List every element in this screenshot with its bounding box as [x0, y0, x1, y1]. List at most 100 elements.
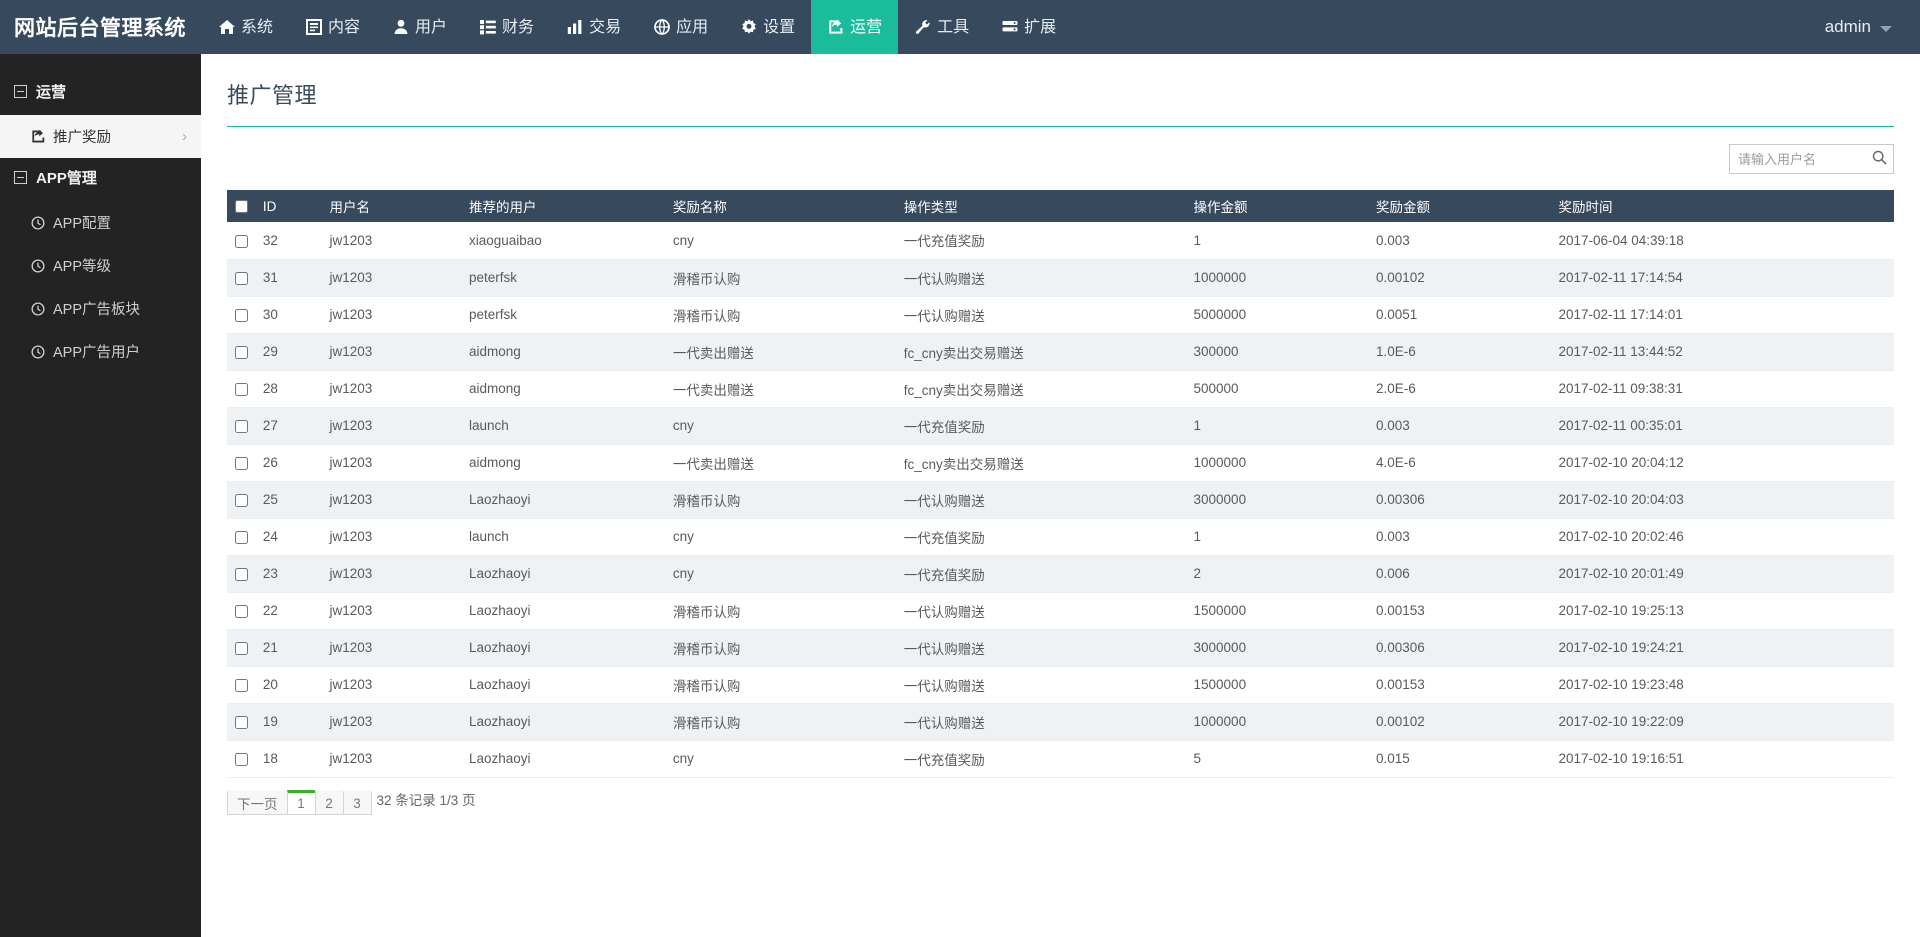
promotion-reward-table: ID 用户名 推荐的用户 奖励名称 操作类型 操作金额 奖励金额 奖励时间 32… [227, 190, 1894, 778]
table-row[interactable]: 28 jw1203 aidmong 一代卖出赠送 fc_cny卖出交易赠送 500000 2… [227, 370, 1894, 408]
row-cell-referred-user: Laozhaoyi [460, 555, 665, 593]
nav-item-tools[interactable]: 工具 [898, 0, 985, 54]
row-checkbox[interactable] [235, 678, 248, 692]
row-checkbox[interactable] [235, 271, 248, 285]
select-all-checkbox[interactable] [235, 200, 248, 214]
row-checkbox[interactable] [235, 530, 248, 544]
document-icon [305, 19, 322, 36]
sidebar-item-app-ad-section[interactable]: APP广告板块 [0, 287, 201, 330]
row-checkbox[interactable] [235, 419, 248, 433]
page-button-1[interactable]: 1 [286, 789, 316, 815]
column-header-reward-name[interactable]: 奖励名称 [664, 190, 896, 222]
row-select-cell [227, 592, 255, 630]
search-icon [1872, 150, 1887, 168]
nav-label: 财务 [502, 19, 535, 36]
table-row[interactable]: 21 jw1203 Laozhaoyi 滑稽币认购 一代认购赠送 3000000 0.003… [227, 629, 1894, 667]
row-checkbox[interactable] [235, 382, 248, 396]
table-row[interactable]: 29 jw1203 aidmong 一代卖出赠送 fc_cny卖出交易赠送 300000 1… [227, 333, 1894, 371]
row-cell-id: 24 [254, 518, 322, 556]
table-row[interactable]: 31 jw1203 peterfsk 滑稽币认购 一代认购赠送 1000000 0.0010… [227, 259, 1894, 297]
row-checkbox[interactable] [235, 308, 248, 322]
table-row[interactable]: 19 jw1203 Laozhaoyi 滑稽币认购 一代认购赠送 1000000 0.001… [227, 703, 1894, 741]
row-cell-id: 31 [254, 259, 322, 297]
table-row[interactable]: 30 jw1203 peterfsk 滑稽币认购 一代认购赠送 5000000 0.0051… [227, 296, 1894, 334]
table-row[interactable]: 18 jw1203 Laozhaoyi cny 一代充值奖励 5 0.015 2017-02-… [227, 740, 1894, 778]
nav-item-content[interactable]: 内容 [289, 0, 376, 54]
column-header-op-type[interactable]: 操作类型 [895, 190, 1186, 222]
sidebar-item-app-ad-user[interactable]: APP广告用户 [0, 330, 201, 373]
row-cell-op-type: 一代认购赠送 [895, 592, 1186, 630]
nav-label: 运营 [850, 19, 883, 36]
search-button[interactable] [1871, 150, 1887, 168]
brand-title: 网站后台管理系统 [14, 17, 186, 40]
page-button-3[interactable]: 3 [342, 789, 372, 815]
nav-item-users[interactable]: 用户 [376, 0, 463, 54]
search-input[interactable] [1730, 145, 1893, 173]
row-checkbox[interactable] [235, 567, 248, 581]
table-row[interactable]: 23 jw1203 Laozhaoyi cny 一代充值奖励 2 0.006 2017-02-… [227, 555, 1894, 593]
row-cell-reward-name: cny [664, 518, 896, 556]
table-row[interactable]: 27 jw1203 launch cny 一代充值奖励 1 0.003 2017-02-11 … [227, 407, 1894, 445]
column-header-id[interactable]: ID [254, 190, 322, 222]
row-cell-op-amount: 3000000 [1185, 481, 1368, 519]
row-checkbox[interactable] [235, 752, 248, 766]
clock-icon [30, 215, 46, 231]
page-button-2[interactable]: 2 [314, 789, 344, 815]
sidebar-item-label: 推广奖励 [53, 130, 111, 146]
row-cell-reward-time: 2017-02-10 20:01:49 [1550, 555, 1894, 593]
nav-item-extensions[interactable]: 扩展 [985, 0, 1072, 54]
table-row[interactable]: 22 jw1203 Laozhaoyi 滑稽币认购 一代认购赠送 1500000 0.001… [227, 592, 1894, 630]
sidebar-group-label: APP管理 [36, 170, 97, 187]
row-checkbox[interactable] [235, 234, 248, 248]
sidebar-group-app-management[interactable]: APP管理 [0, 158, 201, 197]
row-checkbox[interactable] [235, 715, 248, 729]
nav-item-settings[interactable]: 设置 [724, 0, 811, 54]
table-row[interactable]: 26 jw1203 aidmong 一代卖出赠送 fc_cny卖出交易赠送 1000000… [227, 444, 1894, 482]
admin-menu[interactable]: admin [1825, 17, 1892, 37]
sidebar-item-label: APP广告用户 [53, 345, 141, 361]
column-header-reward-time[interactable]: 奖励时间 [1550, 190, 1894, 222]
table-row[interactable]: 25 jw1203 Laozhaoyi 滑稽币认购 一代认购赠送 3000000 0.003… [227, 481, 1894, 519]
nav-item-trade[interactable]: 交易 [550, 0, 637, 54]
row-cell-op-amount: 1000000 [1185, 703, 1368, 741]
row-select-cell [227, 222, 255, 260]
collapse-minus-icon [14, 171, 27, 184]
row-checkbox[interactable] [235, 641, 248, 655]
column-header-reward-amount[interactable]: 奖励金额 [1367, 190, 1551, 222]
table-row[interactable]: 32 jw1203 xiaoguaibao cny 一代充值奖励 1 0.003 2017-0… [227, 222, 1894, 260]
row-cell-op-type: fc_cny卖出交易赠送 [895, 444, 1186, 482]
next-page-button[interactable]: 下一页 [227, 789, 288, 815]
column-header-op-amount[interactable]: 操作金额 [1185, 190, 1368, 222]
sidebar-item-label: APP配置 [53, 216, 112, 232]
globe-icon [653, 19, 670, 36]
search-box [1729, 144, 1894, 174]
sidebar-item-promotion-reward[interactable]: 推广奖励 › [0, 115, 201, 158]
row-select-cell [227, 629, 255, 667]
row-cell-username: jw1203 [321, 370, 461, 408]
row-cell-op-amount: 2 [1185, 555, 1368, 593]
nav-item-apps[interactable]: 应用 [637, 0, 724, 54]
row-checkbox[interactable] [235, 345, 248, 359]
row-cell-reward-time: 2017-02-11 13:44:52 [1550, 333, 1894, 371]
sidebar-item-app-config[interactable]: APP配置 [0, 201, 201, 244]
row-checkbox[interactable] [235, 604, 248, 618]
sidebar-item-app-level[interactable]: APP等级 [0, 244, 201, 287]
column-header-username[interactable]: 用户名 [321, 190, 461, 222]
row-cell-reward-name: 滑稽币认购 [664, 481, 896, 519]
row-checkbox[interactable] [235, 493, 248, 507]
row-cell-reward-name: 一代卖出赠送 [664, 333, 896, 371]
sidebar-group-operations[interactable]: 运营 [0, 72, 201, 111]
nav-item-system[interactable]: 系统 [202, 0, 289, 54]
row-cell-referred-user: Laozhaoyi [460, 703, 665, 741]
row-checkbox[interactable] [235, 456, 248, 470]
column-header-referred-user[interactable]: 推荐的用户 [460, 190, 665, 222]
row-cell-id: 21 [254, 629, 322, 667]
row-cell-op-amount: 500000 [1185, 370, 1368, 408]
row-cell-username: jw1203 [321, 259, 461, 297]
table-row[interactable]: 20 jw1203 Laozhaoyi 滑稽币认购 一代认购赠送 1500000 0.001… [227, 666, 1894, 704]
table-row[interactable]: 24 jw1203 launch cny 一代充值奖励 1 0.003 2017-02-10 … [227, 518, 1894, 556]
row-select-cell [227, 444, 255, 482]
nav-item-operations[interactable]: 运营 [811, 0, 899, 54]
nav-item-finance[interactable]: 财务 [463, 0, 550, 54]
table-container: ID 用户名 推荐的用户 奖励名称 操作类型 操作金额 奖励金额 奖励时间 32… [201, 190, 1920, 778]
